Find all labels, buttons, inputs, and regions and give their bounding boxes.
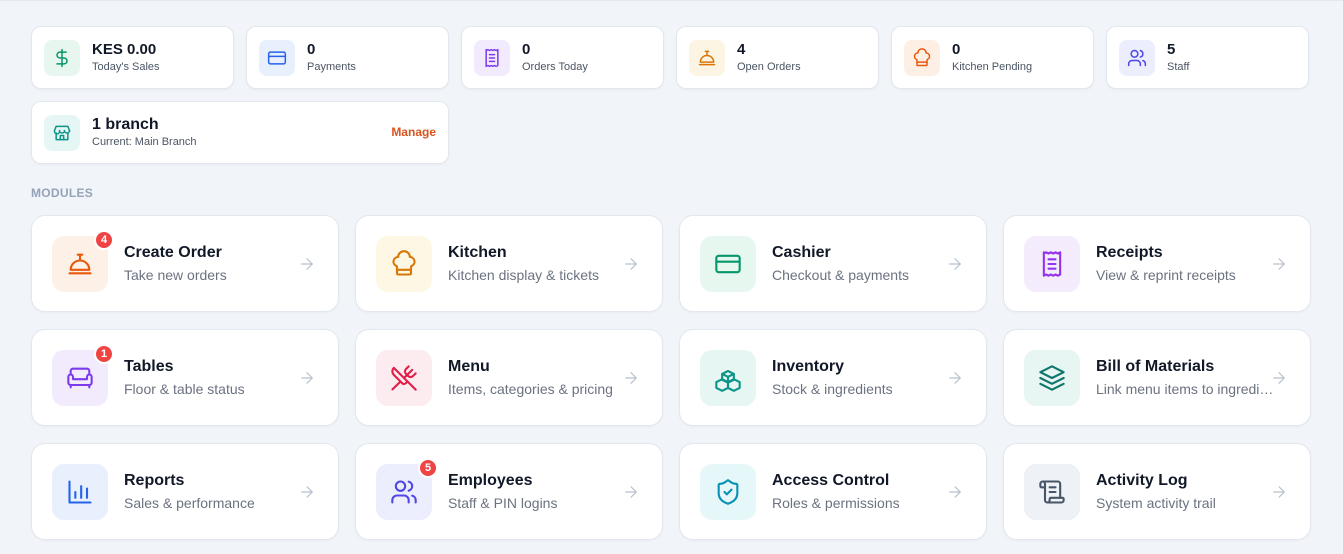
module-subtitle: Sales & performance xyxy=(124,495,255,511)
store-icon xyxy=(44,114,80,151)
module-tables[interactable]: 1 Tables Floor & table status xyxy=(31,329,339,426)
arrow-right-icon xyxy=(1270,255,1288,273)
stat-value: KES 0.00 xyxy=(92,41,157,58)
receipt-icon xyxy=(1024,235,1080,292)
count-badge: 1 xyxy=(94,343,114,364)
module-kitchen[interactable]: Kitchen Kitchen display & tickets xyxy=(355,215,663,312)
users-icon: 5 xyxy=(376,457,438,520)
module-subtitle: System activity trail xyxy=(1096,495,1216,511)
receipt-icon xyxy=(474,39,510,76)
boxes-icon xyxy=(700,349,756,406)
current-branch-label: Current: Main Branch xyxy=(92,136,197,148)
module-subtitle: Roles & permissions xyxy=(772,495,900,511)
branch-count: 1 branch xyxy=(92,116,159,133)
card-icon xyxy=(259,39,295,76)
manage-branches-link[interactable]: Manage xyxy=(391,125,436,139)
module-title: Inventory xyxy=(772,358,845,375)
arrow-right-icon xyxy=(622,483,640,501)
module-subtitle: View & reprint receipts xyxy=(1096,267,1236,283)
stat-card-payments: 0 Payments xyxy=(246,26,449,89)
module-subtitle: Kitchen display & tickets xyxy=(448,267,599,283)
stat-label: Open Orders xyxy=(737,61,801,73)
stats-grid: KES 0.00 Today's Sales 0 Payments 0 Orde… xyxy=(31,26,1311,164)
bell-icon: 4 xyxy=(52,229,114,292)
module-subtitle: Checkout & payments xyxy=(772,267,909,283)
module-cashier[interactable]: Cashier Checkout & payments xyxy=(679,215,987,312)
stat-value: 4 xyxy=(737,41,746,58)
module-subtitle: Link menu items to ingredients xyxy=(1096,381,1278,397)
module-subtitle: Floor & table status xyxy=(124,381,245,397)
card-icon xyxy=(700,235,756,292)
arrow-right-icon xyxy=(946,369,964,387)
arrow-right-icon xyxy=(298,255,316,273)
scroll-icon xyxy=(1024,463,1080,520)
stat-label: Payments xyxy=(307,61,356,73)
count-badge: 5 xyxy=(418,457,438,478)
stat-label: Staff xyxy=(1167,61,1190,73)
stat-value: 0 xyxy=(307,41,316,58)
chef-hat-icon xyxy=(376,235,432,292)
shield-check-icon xyxy=(700,463,756,520)
module-subtitle: Stock & ingredients xyxy=(772,381,893,397)
bar-chart-icon xyxy=(52,463,108,520)
module-create-order[interactable]: 4 Create Order Take new orders xyxy=(31,215,339,312)
top-divider xyxy=(0,0,1343,1)
layers-icon xyxy=(1024,349,1080,406)
arrow-right-icon xyxy=(298,483,316,501)
module-title: Kitchen xyxy=(448,244,507,261)
stat-value: 0 xyxy=(522,41,531,58)
stat-label: Today's Sales xyxy=(92,61,160,73)
stat-label: Orders Today xyxy=(522,61,588,73)
chef-hat-icon xyxy=(904,39,940,76)
module-title: Activity Log xyxy=(1096,472,1188,489)
arrow-right-icon xyxy=(622,369,640,387)
module-title: Cashier xyxy=(772,244,831,261)
module-title: Bill of Materials xyxy=(1096,358,1215,375)
module-menu[interactable]: Menu Items, categories & pricing xyxy=(355,329,663,426)
module-title: Access Control xyxy=(772,472,890,489)
module-reports[interactable]: Reports Sales & performance xyxy=(31,443,339,540)
module-bill-of-materials[interactable]: Bill of Materials Link menu items to ing… xyxy=(1003,329,1311,426)
module-title: Tables xyxy=(124,358,174,375)
section-title-modules: MODULES xyxy=(31,186,94,200)
stat-label: Kitchen Pending xyxy=(952,61,1033,73)
branch-card: 1 branch Current: Main Branch Manage xyxy=(31,101,449,164)
arrow-right-icon xyxy=(946,255,964,273)
module-subtitle: Staff & PIN logins xyxy=(448,495,558,511)
arrow-right-icon xyxy=(946,483,964,501)
module-title: Reports xyxy=(124,472,185,489)
stat-card-orders-today: 0 Orders Today xyxy=(461,26,664,89)
utensils-icon xyxy=(376,349,432,406)
module-title: Menu xyxy=(448,358,490,375)
module-employees[interactable]: 5 Employees Staff & PIN logins xyxy=(355,443,663,540)
stat-card-kitchen-pending: 0 Kitchen Pending xyxy=(891,26,1094,89)
module-subtitle: Take new orders xyxy=(124,267,227,283)
module-activity-log[interactable]: Activity Log System activity trail xyxy=(1003,443,1311,540)
module-title: Employees xyxy=(448,472,533,489)
module-subtitle: Items, categories & pricing xyxy=(448,381,613,397)
module-title: Create Order xyxy=(124,244,222,261)
arrow-right-icon xyxy=(1270,483,1288,501)
module-receipts[interactable]: Receipts View & reprint receipts xyxy=(1003,215,1311,312)
arrow-right-icon xyxy=(622,255,640,273)
stat-value: 0 xyxy=(952,41,961,58)
module-access-control[interactable]: Access Control Roles & permissions xyxy=(679,443,987,540)
module-title: Receipts xyxy=(1096,244,1163,261)
stat-card-todays-sales: KES 0.00 Today's Sales xyxy=(31,26,234,89)
bell-icon xyxy=(689,39,725,76)
stat-value: 5 xyxy=(1167,41,1176,58)
sofa-icon: 1 xyxy=(52,343,114,406)
arrow-right-icon xyxy=(1270,369,1288,387)
users-icon xyxy=(1119,39,1155,76)
stat-card-staff: 5 Staff xyxy=(1106,26,1309,89)
module-inventory[interactable]: Inventory Stock & ingredients xyxy=(679,329,987,426)
count-badge: 4 xyxy=(94,229,114,250)
arrow-right-icon xyxy=(298,369,316,387)
dollar-icon xyxy=(44,39,80,76)
stat-card-open-orders: 4 Open Orders xyxy=(676,26,879,89)
modules-grid: 4 Create Order Take new orders Kitchen K… xyxy=(31,215,1311,540)
